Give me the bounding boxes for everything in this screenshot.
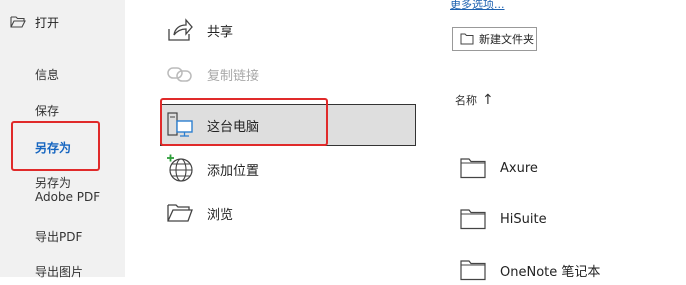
this-pc-highlight	[160, 98, 328, 146]
location-add-place[interactable]: 添加位置	[165, 153, 259, 185]
folder-row-hisuite[interactable]: HiSuite	[460, 204, 547, 234]
folder-row-axure[interactable]: Axure	[460, 153, 538, 183]
add-globe-icon	[167, 154, 193, 182]
sidebar-item-export-image[interactable]: 导出图片	[35, 263, 83, 280]
new-folder-icon	[460, 33, 474, 45]
location-add-place-label: 添加位置	[207, 163, 260, 179]
link-icon	[167, 67, 192, 82]
folder-name: HiSuite	[500, 211, 547, 227]
new-folder-button[interactable]: 新建文件夹	[452, 27, 537, 51]
folder-open-icon	[167, 204, 193, 222]
column-header-name-label: 名称	[455, 94, 477, 107]
folder-icon	[460, 158, 486, 179]
sidebar-item-save[interactable]: 保存	[35, 102, 59, 119]
save-as-highlight	[11, 121, 100, 171]
column-header-name[interactable]: 名称 ↑	[455, 92, 494, 108]
folder-open-icon	[10, 16, 26, 28]
folder-icon	[460, 209, 486, 230]
location-copy-link-label: 复制链接	[207, 68, 260, 84]
location-copy-link: 复制链接	[165, 58, 259, 90]
more-options-link[interactable]: 更多选项...	[450, 0, 505, 12]
location-share-label: 共享	[207, 24, 234, 40]
sidebar-item-open[interactable]: 打开	[10, 12, 59, 32]
location-share[interactable]: 共享	[165, 14, 233, 46]
folder-pane: 更多选项... 新建文件夹 名称 ↑ Axure HiSuite OneNote…	[418, 0, 686, 281]
share-icon	[168, 18, 193, 41]
new-folder-label: 新建文件夹	[479, 33, 534, 46]
location-browse[interactable]: 浏览	[165, 197, 233, 229]
sidebar-item-save-as-pdf[interactable]: 另存为 Adobe PDF	[35, 176, 100, 204]
sort-ascending-icon: ↑	[482, 92, 494, 108]
folder-row-onenote[interactable]: OneNote 笔记本	[460, 255, 600, 285]
folder-name: Axure	[500, 160, 538, 176]
location-browse-label: 浏览	[207, 207, 234, 223]
sidebar-item-open-label: 打开	[35, 15, 60, 30]
folder-icon	[460, 260, 486, 281]
sidebar-item-info[interactable]: 信息	[35, 66, 59, 83]
sidebar-item-export-pdf[interactable]: 导出PDF	[35, 228, 82, 245]
